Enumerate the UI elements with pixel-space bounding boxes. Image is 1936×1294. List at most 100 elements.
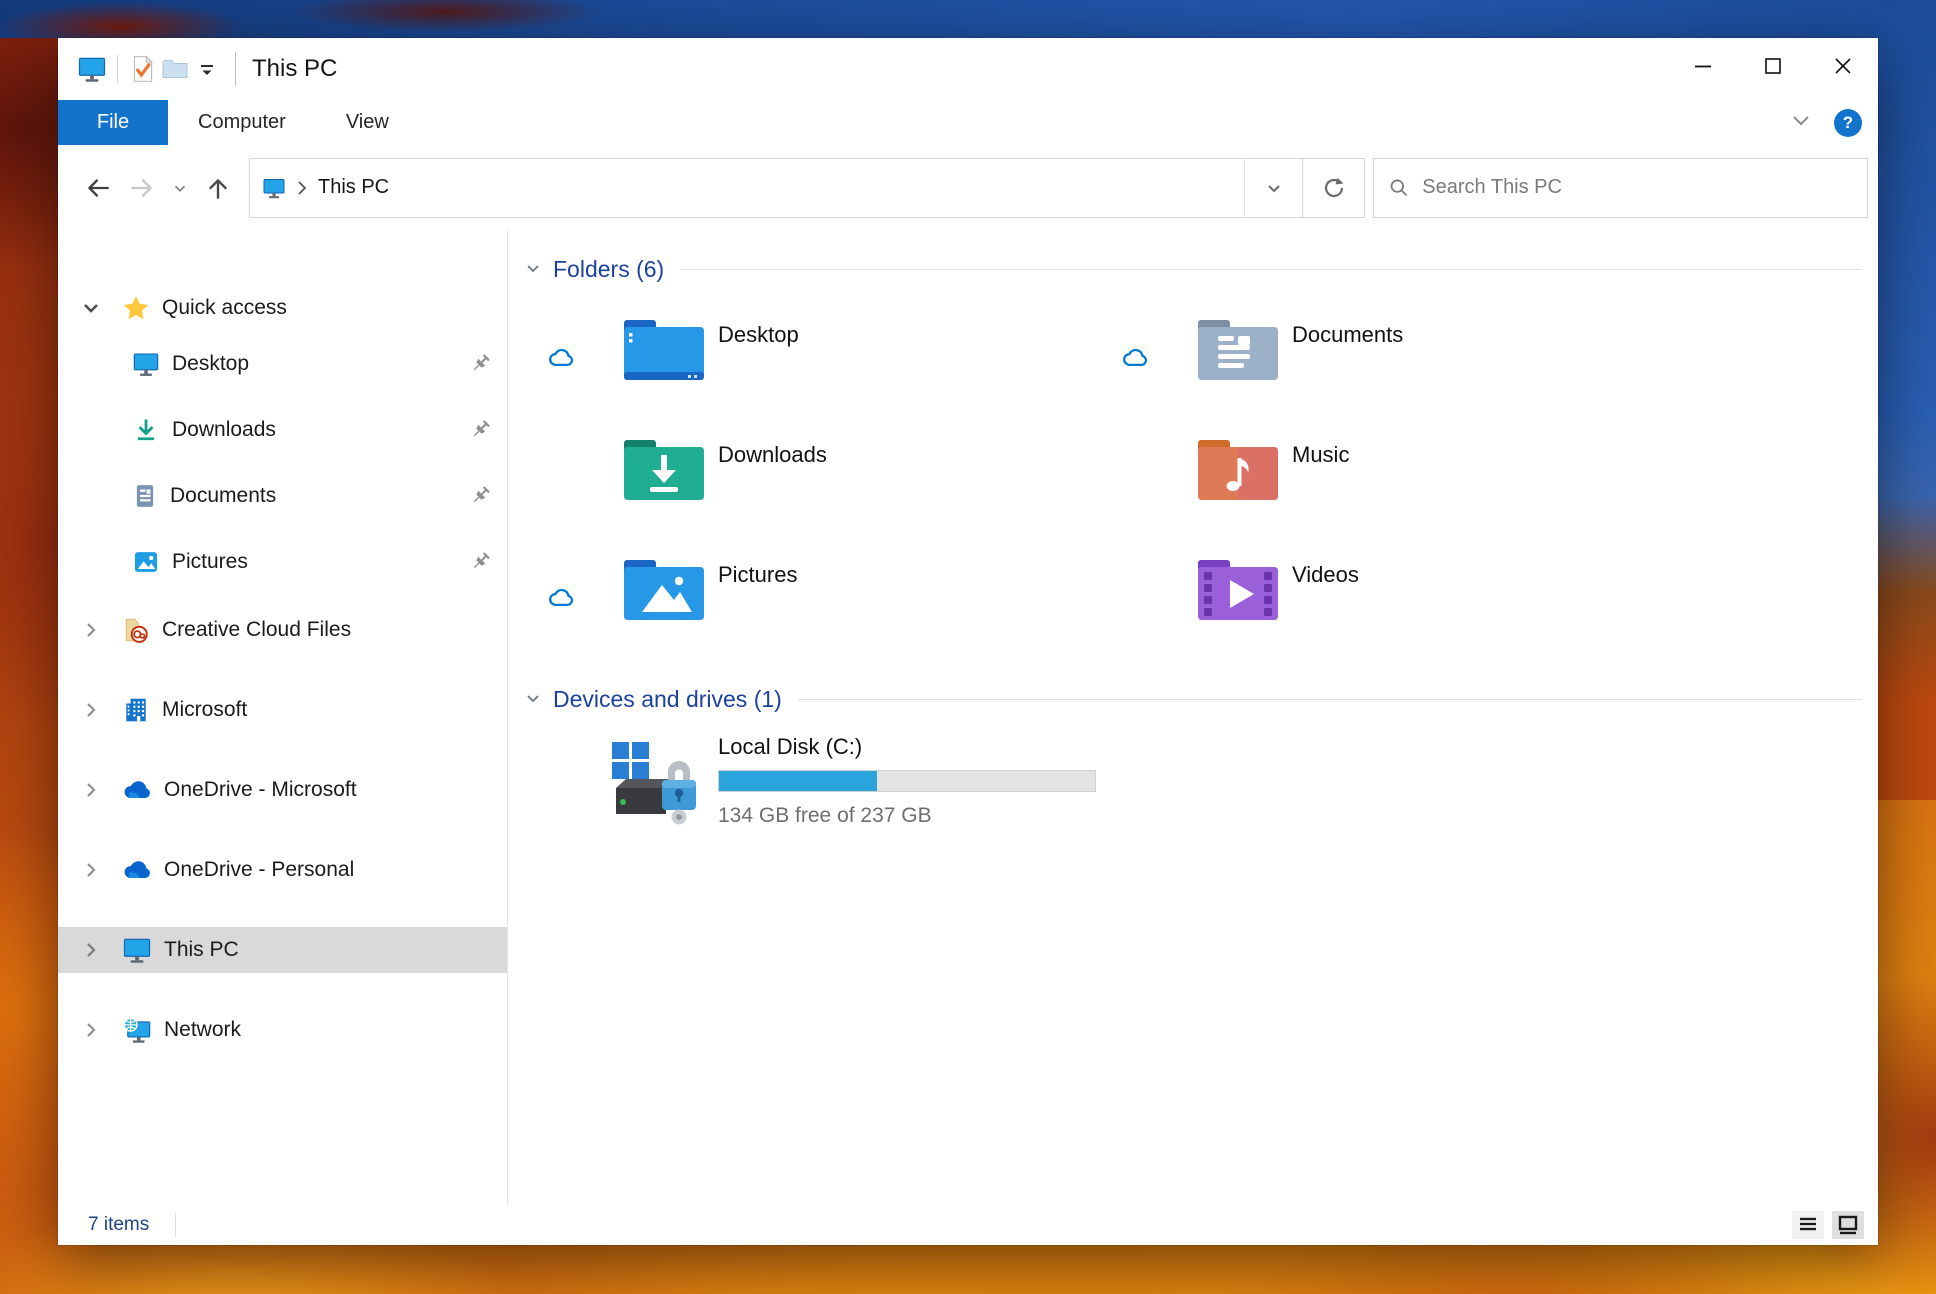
new-folder-button[interactable] [159,53,191,85]
status-separator [175,1213,177,1237]
onedrive-status-cloud-icon [546,584,578,613]
refresh-button[interactable] [1303,157,1365,218]
pin-icon[interactable] [469,419,491,446]
sidebar-item-creative-cloud-files[interactable]: Creative Cloud Files [58,607,507,653]
chevron-right-icon[interactable] [78,1018,104,1042]
sidebar-item-microsoft[interactable]: Microsoft [58,687,507,733]
onedrive-status-cloud-icon [546,344,578,373]
navigation-toolbar: This PC [58,145,1878,230]
collapse-chevron-icon[interactable] [523,689,543,709]
minimize-button[interactable] [1668,38,1738,94]
sidebar-item-label: Microsoft [162,698,248,721]
address-breadcrumb[interactable]: This PC [250,159,1244,217]
pin-icon[interactable] [469,353,491,380]
sidebar-item-desktop[interactable]: Desktop [58,341,507,387]
window-title: This PC [252,55,338,82]
address-dropdown-button[interactable] [1244,158,1302,217]
address-bar[interactable]: This PC [249,157,1303,218]
sidebar-item-downloads[interactable]: Downloads [58,407,507,453]
drive-tile-local-disk-c[interactable]: Local Disk (C:) 134 GB free of 237 GB [540,732,1862,862]
tab-file[interactable]: File [58,100,168,145]
documents-file-icon [132,483,158,509]
folder-tile-documents[interactable]: Documents [1114,310,1674,430]
devices-section-header: Devices and drives (1) [523,684,1862,714]
recent-locations-chevron[interactable] [164,164,196,212]
expand-ribbon-chevron-icon[interactable] [1788,107,1814,138]
quick-access-toolbar [76,52,248,86]
tab-computer[interactable]: Computer [168,100,316,145]
search-icon [1390,179,1408,196]
sidebar-item-label: Desktop [172,352,250,375]
sidebar-item-label: Creative Cloud Files [162,618,352,641]
maximize-button[interactable] [1738,38,1808,94]
drive-capacity-bar [718,770,1096,792]
network-globe-icon [122,1015,152,1045]
title-separator [235,52,236,86]
folder-tile-label: Downloads [718,442,827,467]
chevron-right-icon[interactable] [78,858,104,882]
this-pc-icon [76,53,108,85]
sidebar-item-this-pc[interactable]: This PC [58,927,507,973]
sidebar-item-label: Quick access [162,296,287,319]
wallpaper-sky [0,0,1936,38]
navigation-pane: Quick access Desktop Downloads Documents [58,230,508,1205]
chevron-down-icon[interactable] [78,296,104,320]
forward-button[interactable] [120,164,164,212]
folder-tile-label: Pictures [718,562,798,587]
microsoft-building-icon [122,696,150,724]
properties-button[interactable] [127,53,159,85]
customize-toolbar-dropdown[interactable] [191,53,223,85]
search-input[interactable] [1422,176,1867,199]
sidebar-item-documents[interactable]: Documents [58,473,507,519]
caption-buttons [1668,38,1878,94]
close-button[interactable] [1808,38,1878,94]
chevron-right-icon[interactable] [78,698,104,722]
toolbar-separator [117,55,118,83]
search-box[interactable] [1373,157,1868,218]
chevron-right-icon[interactable] [78,618,104,642]
folders-section-header: Folders (6) [523,254,1862,284]
ribbon-menu-bar: File Computer View ? [58,100,1878,145]
large-icons-view-button[interactable] [1832,1211,1864,1239]
sidebar-item-label: OneDrive - Microsoft [164,778,357,801]
tab-view[interactable]: View [316,100,419,145]
pin-icon[interactable] [469,551,491,578]
sidebar-item-pictures[interactable]: Pictures [58,539,507,585]
folder-tile-label: Music [1292,442,1350,467]
folder-tile-downloads[interactable]: Downloads [540,430,1100,550]
videos-folder-icon [1192,554,1284,631]
chevron-right-icon[interactable] [78,778,104,802]
downloads-folder-icon [618,434,710,511]
chevron-right-icon[interactable] [78,938,104,962]
creative-cloud-folder-icon [122,616,150,644]
section-divider [797,698,1862,700]
pictures-image-icon [132,548,160,576]
folders-grid: Desktop Documents Downloads Music Pictur… [540,310,1862,670]
desktop-wallpaper: This PC File Computer View ? This PC Sea… [0,0,1936,1294]
title-bar: This PC [58,38,1878,100]
folder-tile-label: Videos [1292,562,1359,587]
sidebar-item-onedrive-personal[interactable]: OneDrive - Personal [58,847,507,893]
up-button[interactable] [196,164,240,212]
help-button[interactable]: ? [1834,108,1862,137]
sidebar-item-label: Pictures [172,550,248,573]
documents-folder-icon [1192,314,1284,391]
section-divider [680,268,1862,270]
drive-name: Local Disk (C:) [718,734,863,759]
back-button[interactable] [76,164,120,212]
folder-tile-label: Documents [1292,322,1404,347]
sidebar-item-network[interactable]: Network [58,1007,507,1053]
onedrive-cloud-icon [122,778,152,802]
details-view-button[interactable] [1792,1211,1824,1239]
wallpaper-sky-right [1878,0,1936,800]
folder-tile-desktop[interactable]: Desktop [540,310,1100,430]
sidebar-item-onedrive-microsoft[interactable]: OneDrive - Microsoft [58,767,507,813]
folder-tile-pictures[interactable]: Pictures [540,550,1100,670]
sidebar-item-quick-access[interactable]: Quick access [58,285,507,331]
address-location: This PC [318,176,390,198]
this-pc-monitor-icon [122,935,152,965]
folder-tile-videos[interactable]: Videos [1114,550,1674,670]
folder-tile-music[interactable]: Music [1114,430,1674,550]
pin-icon[interactable] [469,485,491,512]
collapse-chevron-icon[interactable] [523,259,543,279]
